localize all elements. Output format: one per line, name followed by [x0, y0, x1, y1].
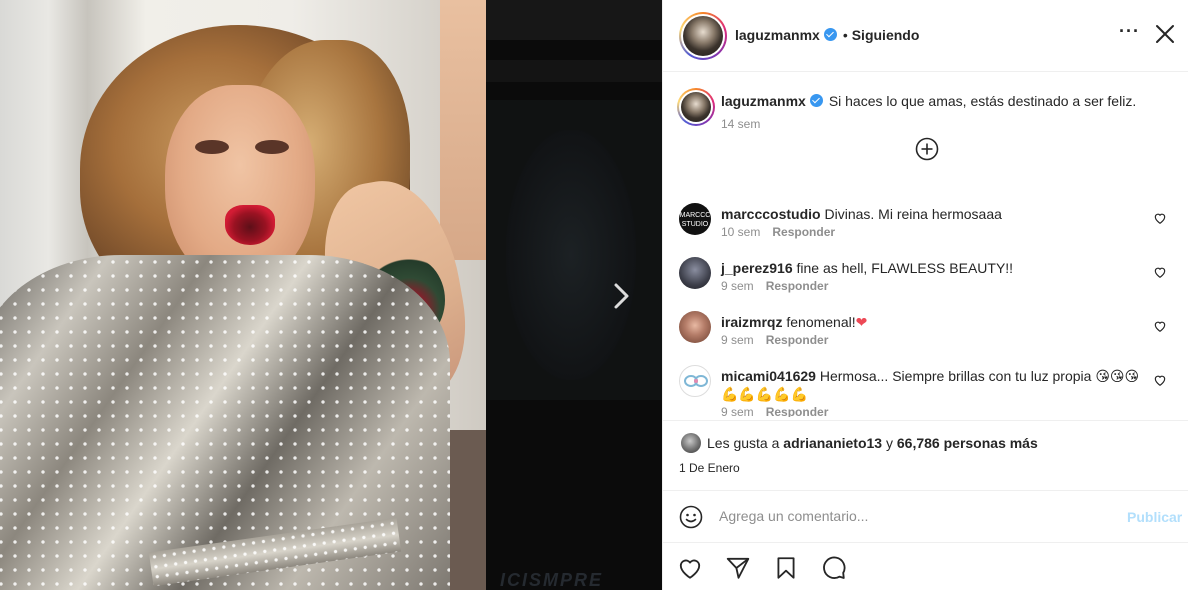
reply-button[interactable]: Responder: [772, 225, 835, 239]
comment-text: fine as hell, FLAWLESS BEAUTY!!: [796, 260, 1014, 276]
caption-time[interactable]: 14 sem: [721, 117, 760, 131]
kiss-emojis: 😘😘😘: [1095, 368, 1140, 384]
paper-plane-icon: [726, 557, 750, 579]
comment-item: micami041629 Hermosa... Siempre brillas …: [679, 365, 1179, 417]
likes-count-link[interactable]: 66,786 personas más: [897, 435, 1038, 451]
comment-meta: 9 sem Responder: [721, 405, 828, 417]
close-icon: [1156, 25, 1174, 43]
author-username[interactable]: laguzmanmx: [735, 27, 820, 43]
commenter-avatar[interactable]: MARCCC STUDIO: [679, 203, 711, 235]
load-more-comments-button[interactable]: [915, 137, 939, 161]
heart-icon: [1154, 321, 1166, 332]
heart-icon: [1154, 375, 1166, 386]
carousel-next-preview: ICISMPRE: [486, 0, 662, 590]
reply-button[interactable]: Responder: [766, 333, 829, 347]
comment-time[interactable]: 10 sem: [721, 225, 760, 239]
comment-like-button[interactable]: [1153, 211, 1167, 225]
comment-meta: 9 sem Responder: [721, 279, 828, 293]
comment-form: Publicar: [663, 490, 1188, 542]
likes-prefix: Les gusta a: [707, 435, 780, 451]
likes-section: Les gusta a adriananieto13 y 66,786 pers…: [663, 420, 1188, 490]
photo-raised-arm: [440, 0, 486, 260]
comment-meta: 10 sem Responder: [721, 225, 835, 239]
comment-body: marcccostudio Divinas. Mi reina hermosaa…: [721, 205, 1141, 223]
verified-badge-icon: [809, 94, 823, 107]
comment-text: Divinas. Mi reina hermosaaa: [824, 206, 1002, 222]
preview-band: [486, 0, 662, 40]
post-date[interactable]: 1 De Enero: [679, 461, 740, 475]
likes-connector: y: [886, 435, 893, 451]
verified-badge-icon: [823, 28, 837, 41]
comment-meta: 9 sem Responder: [721, 333, 828, 347]
author-avatar[interactable]: [679, 12, 727, 60]
post-photo[interactable]: [0, 0, 486, 590]
comment-body: micami041629 Hermosa... Siempre brillas …: [721, 367, 1141, 403]
comment-like-button[interactable]: [1153, 319, 1167, 333]
liker-username[interactable]: adriananieto13: [783, 435, 882, 451]
comment-username[interactable]: micami041629: [721, 368, 816, 384]
comment-body: j_perez916 fine as hell, FLAWLESS BEAUTY…: [721, 259, 1141, 277]
comment-time[interactable]: 9 sem: [721, 333, 754, 347]
more-options-icon: ···: [1119, 21, 1140, 41]
author-info: laguzmanmx • Siguiendo: [735, 27, 919, 45]
save-button[interactable]: [773, 555, 799, 581]
liker-avatar[interactable]: [681, 433, 701, 453]
preview-overlay-text: ICISMPRE: [500, 570, 604, 590]
photo-mouth: [225, 205, 275, 245]
red-heart-emoji: ❤: [855, 314, 868, 330]
heart-icon: [1154, 267, 1166, 278]
like-button[interactable]: [677, 555, 703, 581]
photo-eye-right: [255, 140, 289, 154]
reply-button[interactable]: Responder: [766, 279, 829, 293]
heart-icon: [1154, 213, 1166, 224]
chevron-right-icon: [614, 283, 629, 309]
caption-text: Si haces lo que amas, estás destinado a …: [828, 93, 1137, 109]
caption-author-avatar[interactable]: [677, 88, 715, 126]
photo-eye-left: [195, 140, 229, 154]
reply-button[interactable]: Responder: [766, 405, 829, 417]
comment-username[interactable]: iraizmrqz: [721, 314, 782, 330]
action-bar: [663, 542, 1188, 590]
preview-figure: [506, 130, 636, 380]
bow-logo-icon: [684, 375, 708, 387]
post-header: laguzmanmx • Siguiendo ···: [663, 0, 1188, 72]
comment-text: fenomenal!: [786, 314, 856, 330]
comment-time[interactable]: 9 sem: [721, 279, 754, 293]
following-button[interactable]: Siguiendo: [852, 27, 920, 43]
commenter-avatar[interactable]: [679, 257, 711, 289]
smiley-icon: [679, 505, 703, 529]
more-options-button[interactable]: ···: [1119, 22, 1139, 46]
likes-summary: Les gusta a adriananieto13 y 66,786 pers…: [707, 435, 1038, 451]
speech-bubble-icon: [823, 556, 846, 579]
close-button[interactable]: [1153, 22, 1177, 46]
comment-input[interactable]: [719, 508, 1099, 524]
plus-circle-icon: [915, 137, 939, 161]
bookmark-icon: [777, 557, 795, 579]
caption: laguzmanmx Si haces lo que amas, estás de…: [721, 93, 1171, 109]
commenter-avatar[interactable]: [679, 365, 711, 397]
comment-time[interactable]: 9 sem: [721, 405, 754, 417]
comment-like-button[interactable]: [1153, 265, 1167, 279]
caption-username[interactable]: laguzmanmx: [721, 93, 806, 109]
carousel-next-button[interactable]: [610, 282, 634, 310]
flex-emojis: 💪💪💪💪💪: [721, 386, 809, 402]
publish-button[interactable]: Publicar: [1127, 509, 1182, 525]
emoji-button[interactable]: [679, 505, 703, 529]
comment-button[interactable]: [821, 555, 847, 581]
comment-text: Hermosa... Siempre brillas con tu luz pr…: [819, 368, 1092, 384]
follow-separator: •: [842, 27, 848, 43]
preview-band: [486, 60, 662, 82]
heart-icon: [679, 559, 701, 579]
post-details-panel: laguzmanmx • Siguiendo ··· laguzmanmx Si ha…: [662, 0, 1188, 590]
share-button[interactable]: [725, 555, 751, 581]
comment-username[interactable]: j_perez916: [721, 260, 793, 276]
comment-body: iraizmrqz fenomenal!❤: [721, 313, 1141, 331]
comment-username[interactable]: marcccostudio: [721, 206, 821, 222]
commenter-avatar[interactable]: [679, 311, 711, 343]
comment-like-button[interactable]: [1153, 373, 1167, 387]
